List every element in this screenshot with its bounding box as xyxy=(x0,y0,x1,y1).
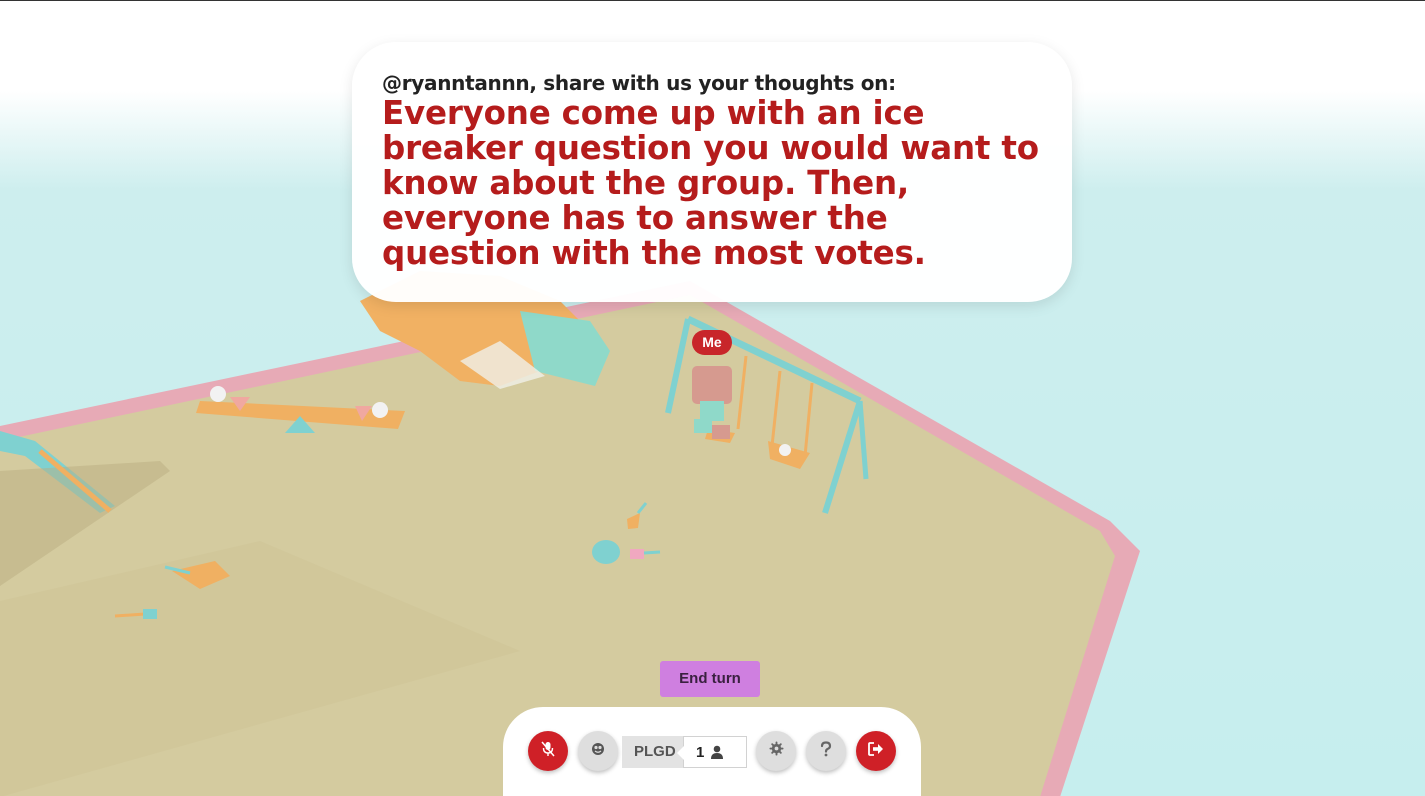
mute-microphone-button[interactable] xyxy=(528,731,568,771)
help-button[interactable] xyxy=(806,731,846,771)
emoji-button[interactable] xyxy=(578,731,618,771)
bottom-toolbar: PLGD 1 xyxy=(503,707,921,796)
emoji-icon xyxy=(591,742,605,761)
exit-icon xyxy=(868,741,884,761)
game-viewport[interactable]: @ryanntannn, share with us your thoughts… xyxy=(0,0,1425,796)
prompt-question: Everyone come up with an ice breaker que… xyxy=(382,94,1039,272)
prompt-card: @ryanntannn, share with us your thoughts… xyxy=(352,42,1072,302)
leave-room-button[interactable] xyxy=(856,731,896,771)
prompt-header: @ryanntannn, share with us your thoughts… xyxy=(382,71,896,95)
room-code: PLGD xyxy=(622,736,683,768)
player-count-badge[interactable]: 1 xyxy=(677,736,747,768)
room-info: PLGD 1 xyxy=(622,736,747,768)
settings-button[interactable] xyxy=(756,731,796,771)
mic-off-icon xyxy=(541,741,555,762)
player-name-tag: Me xyxy=(692,330,732,355)
person-icon xyxy=(710,745,724,759)
gear-icon xyxy=(768,741,784,761)
player-count: 1 xyxy=(696,743,705,761)
question-icon xyxy=(820,740,832,762)
end-turn-button[interactable]: End turn xyxy=(660,661,760,697)
player-avatar xyxy=(692,366,732,439)
